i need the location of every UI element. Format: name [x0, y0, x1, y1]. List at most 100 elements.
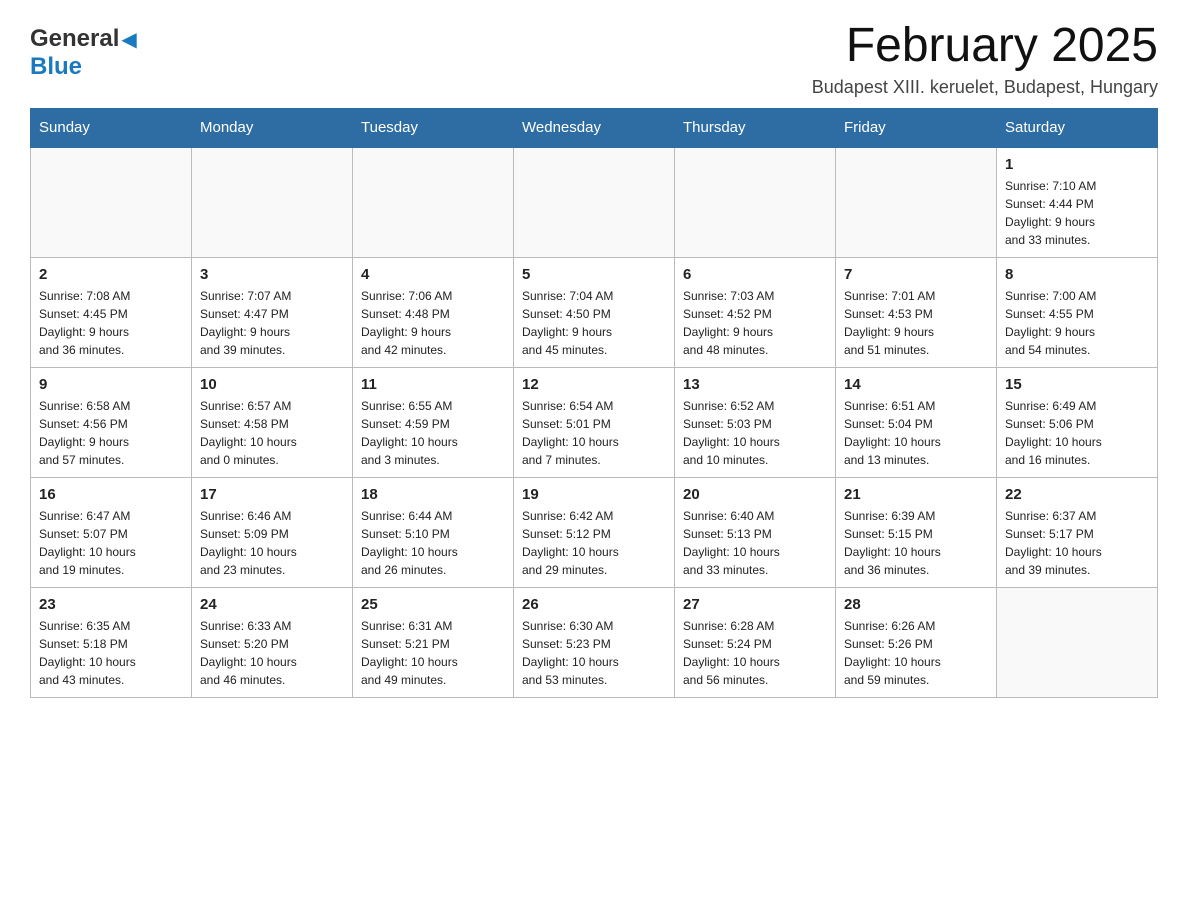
- weekday-header-sunday: Sunday: [31, 108, 192, 147]
- day-info: Sunrise: 6:31 AM Sunset: 5:21 PM Dayligh…: [361, 617, 505, 689]
- calendar-cell: [675, 147, 836, 258]
- day-info: Sunrise: 7:04 AM Sunset: 4:50 PM Dayligh…: [522, 287, 666, 359]
- day-number: 12: [522, 376, 666, 393]
- calendar-cell: 28 Sunrise: 6:26 AM Sunset: 5:26 PM Dayli…: [836, 587, 997, 697]
- calendar-cell: 23 Sunrise: 6:35 AM Sunset: 5:18 PM Dayli…: [31, 587, 192, 697]
- calendar-cell: 27 Sunrise: 6:28 AM Sunset: 5:24 PM Dayli…: [675, 587, 836, 697]
- calendar-cell: 8 Sunrise: 7:00 AM Sunset: 4:55 PM Daylig…: [997, 257, 1158, 367]
- calendar-cell: 20 Sunrise: 6:40 AM Sunset: 5:13 PM Dayli…: [675, 477, 836, 587]
- day-info: Sunrise: 6:33 AM Sunset: 5:20 PM Dayligh…: [200, 617, 344, 689]
- logo-general-text: General: [30, 25, 119, 53]
- calendar-cell: 25 Sunrise: 6:31 AM Sunset: 5:21 PM Dayli…: [353, 587, 514, 697]
- day-number: 23: [39, 596, 183, 613]
- calendar-cell: [31, 147, 192, 258]
- day-info: Sunrise: 6:28 AM Sunset: 5:24 PM Dayligh…: [683, 617, 827, 689]
- day-info: Sunrise: 6:51 AM Sunset: 5:04 PM Dayligh…: [844, 397, 988, 469]
- calendar-cell: 1 Sunrise: 7:10 AM Sunset: 4:44 PM Daylig…: [997, 147, 1158, 258]
- day-number: 11: [361, 376, 505, 393]
- day-number: 8: [1005, 266, 1149, 283]
- calendar-cell: 14 Sunrise: 6:51 AM Sunset: 5:04 PM Dayli…: [836, 367, 997, 477]
- day-info: Sunrise: 7:00 AM Sunset: 4:55 PM Dayligh…: [1005, 287, 1149, 359]
- day-number: 22: [1005, 486, 1149, 503]
- calendar-cell: [836, 147, 997, 258]
- calendar-cell: 21 Sunrise: 6:39 AM Sunset: 5:15 PM Dayli…: [836, 477, 997, 587]
- weekday-header-friday: Friday: [836, 108, 997, 147]
- calendar-cell: 26 Sunrise: 6:30 AM Sunset: 5:23 PM Dayli…: [514, 587, 675, 697]
- day-number: 16: [39, 486, 183, 503]
- day-number: 4: [361, 266, 505, 283]
- weekday-header-saturday: Saturday: [997, 108, 1158, 147]
- day-info: Sunrise: 6:49 AM Sunset: 5:06 PM Dayligh…: [1005, 397, 1149, 469]
- day-number: 5: [522, 266, 666, 283]
- day-number: 20: [683, 486, 827, 503]
- day-info: Sunrise: 7:01 AM Sunset: 4:53 PM Dayligh…: [844, 287, 988, 359]
- day-info: Sunrise: 6:30 AM Sunset: 5:23 PM Dayligh…: [522, 617, 666, 689]
- day-number: 25: [361, 596, 505, 613]
- day-number: 27: [683, 596, 827, 613]
- day-info: Sunrise: 6:37 AM Sunset: 5:17 PM Dayligh…: [1005, 507, 1149, 579]
- location-title: Budapest XIII. keruelet, Budapest, Hunga…: [812, 77, 1158, 98]
- weekday-header-tuesday: Tuesday: [353, 108, 514, 147]
- calendar-cell: 6 Sunrise: 7:03 AM Sunset: 4:52 PM Daylig…: [675, 257, 836, 367]
- day-number: 18: [361, 486, 505, 503]
- weekday-header-monday: Monday: [192, 108, 353, 147]
- day-number: 6: [683, 266, 827, 283]
- day-number: 26: [522, 596, 666, 613]
- day-number: 14: [844, 376, 988, 393]
- calendar-cell: 10 Sunrise: 6:57 AM Sunset: 4:58 PM Dayli…: [192, 367, 353, 477]
- day-number: 13: [683, 376, 827, 393]
- calendar-cell: 13 Sunrise: 6:52 AM Sunset: 5:03 PM Dayli…: [675, 367, 836, 477]
- month-title: February 2025: [812, 20, 1158, 73]
- day-number: 28: [844, 596, 988, 613]
- day-number: 21: [844, 486, 988, 503]
- day-number: 15: [1005, 376, 1149, 393]
- day-number: 2: [39, 266, 183, 283]
- calendar-cell: 3Sunrise: 7:07 AM Sunset: 4:47 PM Daylig…: [192, 257, 353, 367]
- day-info: Sunrise: 6:39 AM Sunset: 5:15 PM Dayligh…: [844, 507, 988, 579]
- logo-blue-text: Blue: [30, 53, 82, 80]
- day-number: 24: [200, 596, 344, 613]
- calendar-cell: 12Sunrise: 6:54 AM Sunset: 5:01 PM Dayli…: [514, 367, 675, 477]
- calendar-cell: [353, 147, 514, 258]
- weekday-header-thursday: Thursday: [675, 108, 836, 147]
- day-info: Sunrise: 6:46 AM Sunset: 5:09 PM Dayligh…: [200, 507, 344, 579]
- calendar-cell: 4 Sunrise: 7:06 AM Sunset: 4:48 PM Daylig…: [353, 257, 514, 367]
- calendar-cell: 9 Sunrise: 6:58 AM Sunset: 4:56 PM Daylig…: [31, 367, 192, 477]
- day-number: 1: [1005, 156, 1149, 173]
- calendar-week-row: 23 Sunrise: 6:35 AM Sunset: 5:18 PM Dayli…: [31, 587, 1158, 697]
- calendar-week-row: 9 Sunrise: 6:58 AM Sunset: 4:56 PM Daylig…: [31, 367, 1158, 477]
- day-number: 9: [39, 376, 183, 393]
- weekday-header-wednesday: Wednesday: [514, 108, 675, 147]
- day-number: 7: [844, 266, 988, 283]
- day-info: Sunrise: 6:26 AM Sunset: 5:26 PM Dayligh…: [844, 617, 988, 689]
- calendar-cell: [192, 147, 353, 258]
- logo: General ◀ Blue: [30, 20, 137, 81]
- day-number: 17: [200, 486, 344, 503]
- day-info: Sunrise: 6:52 AM Sunset: 5:03 PM Dayligh…: [683, 397, 827, 469]
- calendar-cell: 19Sunrise: 6:42 AM Sunset: 5:12 PM Dayli…: [514, 477, 675, 587]
- calendar-cell: 7 Sunrise: 7:01 AM Sunset: 4:53 PM Daylig…: [836, 257, 997, 367]
- day-number: 19: [522, 486, 666, 503]
- calendar-cell: 18Sunrise: 6:44 AM Sunset: 5:10 PM Dayli…: [353, 477, 514, 587]
- day-info: Sunrise: 7:03 AM Sunset: 4:52 PM Dayligh…: [683, 287, 827, 359]
- calendar-week-row: 16Sunrise: 6:47 AM Sunset: 5:07 PM Dayli…: [31, 477, 1158, 587]
- calendar-cell: 16Sunrise: 6:47 AM Sunset: 5:07 PM Dayli…: [31, 477, 192, 587]
- title-area: February 2025 Budapest XIII. keruelet, B…: [812, 20, 1158, 98]
- day-info: Sunrise: 6:40 AM Sunset: 5:13 PM Dayligh…: [683, 507, 827, 579]
- calendar-header-row: SundayMondayTuesdayWednesdayThursdayFrid…: [31, 108, 1158, 147]
- calendar-cell: [997, 587, 1158, 697]
- calendar-table: SundayMondayTuesdayWednesdayThursdayFrid…: [30, 108, 1158, 698]
- day-info: Sunrise: 7:10 AM Sunset: 4:44 PM Dayligh…: [1005, 177, 1149, 249]
- calendar-cell: 5 Sunrise: 7:04 AM Sunset: 4:50 PM Daylig…: [514, 257, 675, 367]
- day-number: 10: [200, 376, 344, 393]
- day-info: Sunrise: 6:58 AM Sunset: 4:56 PM Dayligh…: [39, 397, 183, 469]
- calendar-week-row: 2Sunrise: 7:08 AM Sunset: 4:45 PM Daylig…: [31, 257, 1158, 367]
- calendar-cell: 11Sunrise: 6:55 AM Sunset: 4:59 PM Dayli…: [353, 367, 514, 477]
- day-info: Sunrise: 7:06 AM Sunset: 4:48 PM Dayligh…: [361, 287, 505, 359]
- page-header: General ◀ Blue February 2025 Budapest XI…: [30, 20, 1158, 98]
- day-info: Sunrise: 6:35 AM Sunset: 5:18 PM Dayligh…: [39, 617, 183, 689]
- calendar-cell: 22 Sunrise: 6:37 AM Sunset: 5:17 PM Dayli…: [997, 477, 1158, 587]
- calendar-week-row: 1 Sunrise: 7:10 AM Sunset: 4:44 PM Daylig…: [31, 147, 1158, 258]
- day-info: Sunrise: 6:57 AM Sunset: 4:58 PM Dayligh…: [200, 397, 344, 469]
- day-number: 3: [200, 266, 344, 283]
